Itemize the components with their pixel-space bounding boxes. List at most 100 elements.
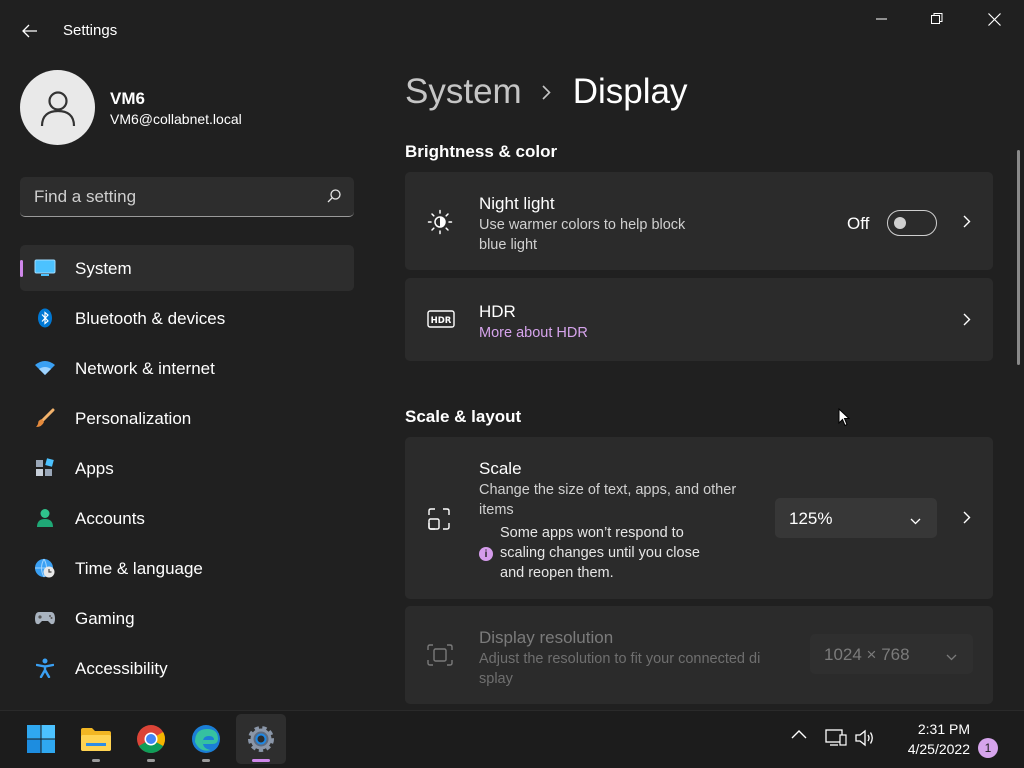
person-icon bbox=[34, 508, 56, 528]
restore-button[interactable] bbox=[910, 0, 964, 38]
minimize-button[interactable] bbox=[855, 0, 909, 38]
sidebar-item-label: Accounts bbox=[75, 509, 145, 528]
wifi-icon bbox=[34, 358, 56, 378]
start-button[interactable] bbox=[16, 714, 66, 764]
hdr-icon: HDR bbox=[427, 310, 455, 328]
settings-icon bbox=[248, 726, 274, 752]
chevron-right-icon bbox=[963, 511, 971, 524]
scale-info-line1: Some apps won’t respond to bbox=[500, 525, 684, 541]
sidebar-item-apps[interactable]: Apps bbox=[20, 445, 354, 491]
bluetooth-icon bbox=[34, 308, 56, 328]
minimize-icon bbox=[876, 18, 887, 20]
sidebar-item-label: Bluetooth & devices bbox=[75, 309, 226, 328]
sidebar-item-label: Personalization bbox=[75, 409, 192, 428]
resolution-dropdown: 1024 × 768 bbox=[810, 634, 973, 674]
search-icon[interactable] bbox=[326, 188, 342, 204]
section-title-brightness: Brightness & color bbox=[405, 142, 558, 161]
hdr-card[interactable]: HDR HDR More about HDR bbox=[405, 278, 993, 361]
network-tray-icon[interactable] bbox=[825, 729, 847, 747]
sidebar-item-time-language[interactable]: Time & language bbox=[20, 545, 354, 591]
resolution-value: 1024 × 768 bbox=[824, 645, 910, 664]
scale-subtitle-line1: Change the size of text, apps, and other bbox=[479, 482, 737, 498]
scale-value: 125% bbox=[789, 509, 833, 528]
sidebar-item-label: System bbox=[75, 259, 132, 278]
running-indicator bbox=[147, 759, 155, 762]
display-resolution-subtitle-line1: Adjust the resolution to fit your connec… bbox=[479, 651, 761, 667]
hdr-title: HDR bbox=[479, 302, 516, 321]
taskbar-chrome[interactable] bbox=[126, 714, 176, 764]
scale-info-line3: and reopen them. bbox=[500, 565, 614, 581]
app-title: Settings bbox=[63, 22, 118, 39]
breadcrumb-parent[interactable]: System bbox=[405, 72, 522, 112]
sidebar-item-bluetooth[interactable]: Bluetooth & devices bbox=[20, 295, 354, 341]
chevron-right-icon bbox=[963, 313, 971, 326]
brush-icon bbox=[34, 408, 56, 428]
start-icon bbox=[27, 725, 55, 753]
monitor-icon bbox=[34, 258, 56, 278]
night-light-title: Night light bbox=[479, 194, 555, 213]
globe-clock-icon bbox=[34, 558, 56, 578]
back-arrow-icon bbox=[22, 24, 37, 38]
title-bar: Settings bbox=[0, 0, 1024, 60]
night-light-card[interactable]: Night light Use warmer colors to help bl… bbox=[405, 172, 993, 270]
sidebar-item-system[interactable]: System bbox=[20, 245, 354, 291]
volume-tray-icon[interactable] bbox=[855, 729, 875, 747]
taskbar-file-explorer[interactable] bbox=[71, 714, 121, 764]
breadcrumb: System Display bbox=[405, 72, 687, 112]
sidebar-item-personalization[interactable]: Personalization bbox=[20, 395, 354, 441]
volume-icon bbox=[855, 729, 873, 747]
scrollbar[interactable] bbox=[1017, 150, 1020, 365]
scale-title: Scale bbox=[479, 459, 522, 478]
apps-icon bbox=[34, 458, 56, 478]
chevron-right-icon bbox=[542, 84, 551, 100]
gamepad-icon bbox=[34, 608, 56, 628]
night-light-toggle[interactable] bbox=[887, 210, 937, 236]
taskbar-edge[interactable] bbox=[181, 714, 231, 764]
scale-card[interactable]: Scale Change the size of text, apps, and… bbox=[405, 437, 993, 599]
info-icon: i bbox=[479, 547, 493, 561]
svg-text:HDR: HDR bbox=[431, 316, 452, 326]
night-light-subtitle-line1: Use warmer colors to help block bbox=[479, 217, 686, 233]
back-button[interactable] bbox=[14, 16, 46, 46]
network-icon bbox=[825, 729, 847, 746]
sidebar-item-label: Accessibility bbox=[75, 659, 168, 678]
clock[interactable]: 2:31 PM 4/25/2022 bbox=[880, 719, 970, 759]
scale-subtitle-line2: items bbox=[479, 502, 514, 518]
avatar[interactable] bbox=[20, 70, 95, 145]
taskbar: 2:31 PM 4/25/2022 1 bbox=[0, 710, 1024, 768]
display-resolution-card: Display resolution Adjust the resolution… bbox=[405, 606, 993, 704]
scale-info-text: Some apps won’t respond to scaling chang… bbox=[500, 523, 730, 583]
search-box bbox=[20, 177, 354, 217]
taskbar-settings[interactable] bbox=[236, 714, 286, 764]
search-input[interactable] bbox=[20, 177, 320, 216]
sidebar-item-network[interactable]: Network & internet bbox=[20, 345, 354, 391]
show-hidden-icons-button[interactable] bbox=[791, 729, 807, 739]
display-resolution-subtitle-line2: splay bbox=[479, 671, 513, 687]
restore-icon bbox=[931, 13, 943, 24]
display-resolution-title: Display resolution bbox=[479, 628, 614, 647]
close-button[interactable] bbox=[967, 0, 1021, 38]
resolution-icon bbox=[427, 644, 453, 666]
active-indicator bbox=[252, 759, 270, 762]
running-indicator bbox=[92, 759, 100, 762]
sidebar-item-accounts[interactable]: Accounts bbox=[20, 495, 354, 541]
notification-badge[interactable]: 1 bbox=[978, 738, 998, 758]
hdr-link[interactable]: More about HDR bbox=[479, 323, 588, 343]
chevron-right-icon bbox=[963, 215, 971, 228]
sidebar-item-label: Gaming bbox=[75, 609, 135, 628]
night-light-subtitle-line2: blue light bbox=[479, 237, 538, 253]
edge-icon bbox=[192, 725, 220, 753]
night-light-icon bbox=[427, 209, 453, 235]
page-title: Display bbox=[572, 72, 688, 111]
chevron-up-icon bbox=[791, 730, 807, 739]
section-title-scale-layout: Scale & layout bbox=[405, 407, 522, 426]
user-icon bbox=[40, 90, 75, 126]
file-explorer-icon bbox=[81, 728, 111, 751]
night-light-state: Off bbox=[847, 214, 870, 233]
user-name: VM6 bbox=[110, 89, 145, 108]
sidebar-item-accessibility[interactable]: Accessibility bbox=[20, 645, 354, 691]
scale-icon bbox=[427, 507, 451, 531]
sidebar-item-gaming[interactable]: Gaming bbox=[20, 595, 354, 641]
scale-dropdown[interactable]: 125% bbox=[775, 498, 937, 538]
sidebar-item-label: Network & internet bbox=[75, 359, 215, 378]
